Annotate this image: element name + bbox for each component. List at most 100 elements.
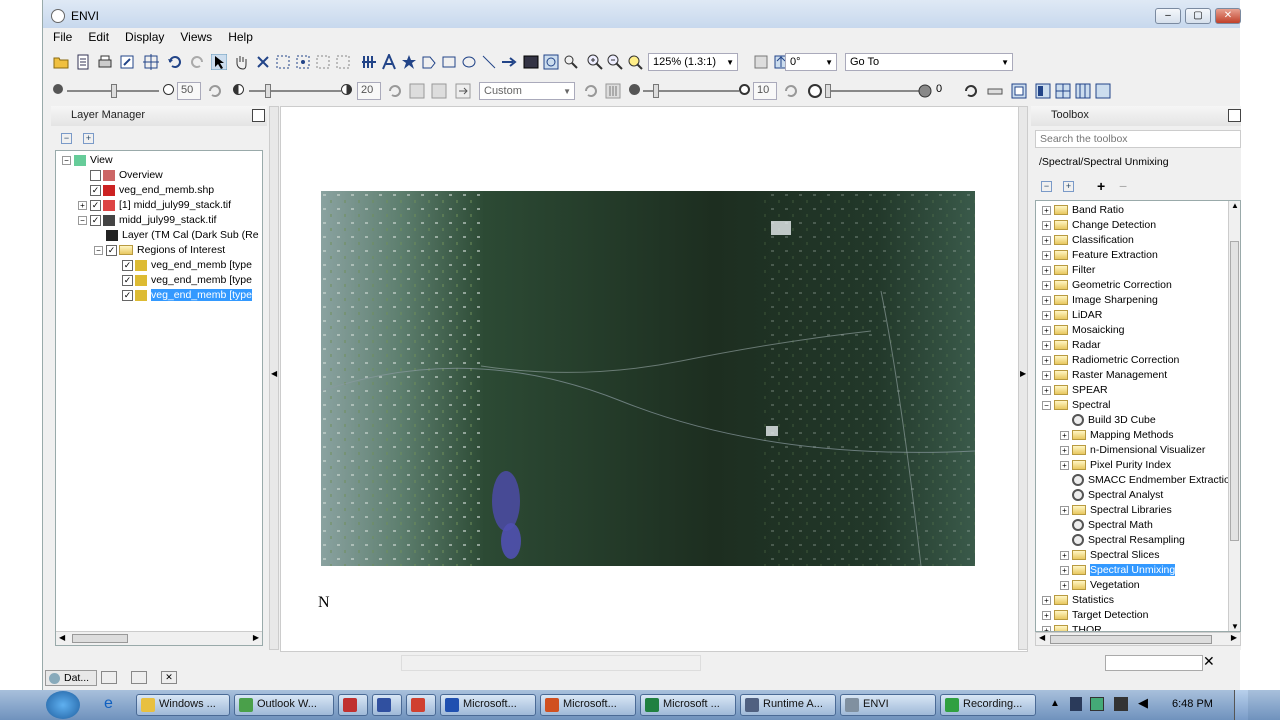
reset-stretch-icon[interactable] (583, 83, 599, 99)
fly-icon[interactable] (275, 54, 291, 70)
expand-toggle-icon[interactable]: + (1060, 430, 1069, 440)
stretch-icon[interactable] (409, 83, 425, 99)
expand-toggle-icon[interactable]: + (1060, 580, 1069, 590)
expand-toggle-icon[interactable]: + (1042, 265, 1051, 275)
expand-toggle-icon[interactable]: + (1042, 385, 1051, 395)
select-arrow-icon[interactable] (210, 53, 228, 71)
volume-tray-icon[interactable]: ◀ (1138, 695, 1148, 711)
visibility-checkbox[interactable]: ✓ (122, 274, 133, 286)
transparency-slider[interactable] (825, 84, 921, 98)
satellite-image[interactable] (321, 191, 975, 566)
text-annotation-icon[interactable] (381, 52, 397, 70)
toolbox-item[interactable]: + Statistics (1042, 593, 1114, 608)
expand-toggle-icon[interactable]: + (1060, 505, 1069, 515)
visibility-checkbox[interactable]: ✓ (90, 199, 101, 211)
cancel-process-icon[interactable]: ✕ (1203, 653, 1215, 670)
tray-arrow-icon[interactable]: ▲ (1050, 698, 1060, 709)
toolbox-item[interactable]: Spectral Analyst (1060, 488, 1163, 503)
expand-toggle-icon[interactable]: + (1042, 280, 1051, 290)
view-layout3-icon[interactable] (1055, 83, 1071, 99)
scroll-thumb[interactable] (72, 634, 128, 643)
add-extension-icon[interactable]: + (1097, 178, 1105, 194)
expand-toggle-icon[interactable]: + (78, 200, 87, 210)
view-layout-icon[interactable] (1011, 83, 1027, 99)
measure-icon[interactable] (987, 83, 1003, 99)
toolbox-item[interactable]: + Mapping Methods (1060, 428, 1173, 443)
toolbox-item[interactable]: + n-Dimensional Visualizer (1060, 443, 1205, 458)
scroll-thumb[interactable] (1050, 635, 1212, 644)
toolbox-item[interactable]: + Raster Management (1042, 368, 1167, 383)
layer-tree-item[interactable]: − ✓ midd_july99_stack.tif (78, 213, 216, 228)
visibility-checkbox[interactable]: ✓ (90, 214, 101, 226)
fit-zoom-icon[interactable] (627, 54, 643, 70)
goto-combo[interactable]: Go To ▼ (845, 53, 1013, 71)
brightness-slider[interactable] (67, 84, 159, 98)
rectangle-annotation-icon[interactable] (441, 54, 457, 70)
expand-toggle-icon[interactable]: + (1042, 205, 1051, 215)
vector-tool-icon[interactable] (315, 54, 331, 70)
visibility-checkbox[interactable]: ✓ (90, 184, 101, 196)
toolbox-item[interactable]: + SPEAR (1042, 383, 1108, 398)
crosshair-icon[interactable] (143, 54, 159, 70)
expand-toggle-icon[interactable]: + (1042, 325, 1051, 335)
taskbar-button[interactable]: ENVI (840, 694, 936, 716)
expand-toggle-icon[interactable]: + (1042, 250, 1051, 260)
menu-file[interactable]: File (47, 28, 78, 46)
symbol-annotation-icon[interactable] (401, 54, 417, 70)
data-manager-icon[interactable] (75, 54, 91, 70)
toolbox-item[interactable]: + Image Sharpening (1042, 293, 1158, 308)
toolbox-item[interactable]: + Radar (1042, 338, 1101, 353)
expand-toggle-icon[interactable]: + (1042, 355, 1051, 365)
taskbar-button[interactable]: Recording... (940, 694, 1036, 716)
expand-toggle-icon[interactable]: + (1042, 595, 1051, 605)
expand-toggle-icon[interactable]: + (1042, 220, 1051, 230)
expand-toggle-icon[interactable]: − (62, 155, 71, 165)
toolbox-item[interactable]: + Feature Extraction (1042, 248, 1158, 263)
toolbox-item[interactable]: + Change Detection (1042, 218, 1156, 233)
toolbox-item[interactable]: Build 3D Cube (1060, 413, 1156, 428)
toolbox-item[interactable]: + Filter (1042, 263, 1095, 278)
expand-toggle-icon[interactable]: + (1042, 340, 1051, 350)
stretch-arrow-icon[interactable] (455, 83, 471, 99)
zoom-combo[interactable]: 125% (1.3:1) ▼ (648, 53, 738, 71)
printer-tray-icon[interactable] (1114, 697, 1128, 711)
taskbar-button[interactable]: Runtime A... (740, 694, 836, 716)
scroll-down-icon[interactable]: ▼ (1231, 622, 1239, 631)
taskbar-button[interactable]: Windows ... (136, 694, 230, 716)
toolbox-item[interactable]: Spectral Math (1060, 518, 1153, 533)
collapse-right-icon[interactable]: ▶ (1020, 369, 1026, 378)
menu-display[interactable]: Display (119, 28, 170, 46)
toolbox-item[interactable]: + Spectral Slices (1060, 548, 1159, 563)
toolbox-item[interactable]: + LiDAR (1042, 308, 1102, 323)
toolbox-item[interactable]: + THOR (1042, 623, 1102, 631)
menu-edit[interactable]: Edit (82, 28, 115, 46)
expand-all-icon[interactable]: + (83, 133, 94, 144)
toolbox-item[interactable]: + Classification (1042, 233, 1134, 248)
toolbox-item[interactable]: + Spectral Libraries (1060, 503, 1172, 518)
clock[interactable]: 6:48 PM (1172, 698, 1213, 710)
sharpen-value[interactable]: 10 (753, 82, 777, 100)
vector-edit-icon[interactable] (335, 54, 351, 70)
view-layout4-icon[interactable] (1075, 83, 1091, 99)
undock-icon[interactable] (252, 109, 265, 122)
stretch-combo[interactable]: Custom ▼ (479, 82, 575, 100)
show-desktop-button[interactable] (1234, 690, 1248, 720)
reset-contrast-icon[interactable] (387, 83, 403, 99)
contrast-value[interactable]: 20 (357, 82, 381, 100)
transparency-knob[interactable] (825, 84, 831, 98)
transparency-value[interactable]: 0 (933, 82, 957, 100)
redo-icon[interactable] (189, 54, 205, 70)
layer-tree-item[interactable]: ✓ veg_end_memb [type (110, 288, 252, 303)
zoom-in-icon[interactable] (587, 54, 603, 70)
minimize-button[interactable]: ‒ (1155, 8, 1181, 24)
toolbox-item[interactable]: + Vegetation (1060, 578, 1140, 593)
layer-tree-item[interactable]: ✓ veg_end_memb.shp (78, 183, 214, 198)
layer-tree-item[interactable]: − View (62, 153, 113, 168)
visibility-checkbox[interactable] (90, 169, 101, 181)
restore-tab-icon[interactable] (101, 671, 117, 684)
data-manager-tab[interactable]: Dat... (45, 670, 97, 686)
layer-tree-item[interactable]: ✓ veg_end_memb [type (110, 258, 252, 273)
expand-toggle-icon[interactable]: + (1042, 310, 1051, 320)
line-annotation-icon[interactable] (481, 54, 497, 70)
close-button[interactable]: ✕ (1215, 8, 1241, 24)
